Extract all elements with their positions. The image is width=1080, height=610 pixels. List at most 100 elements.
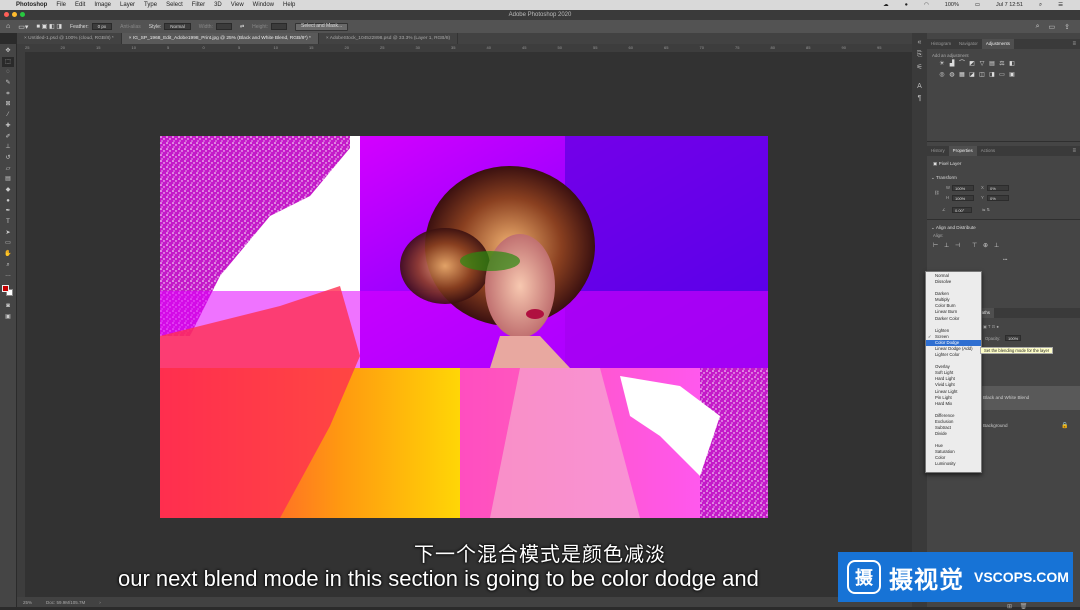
gradient-map-icon[interactable]: ▭ — [997, 70, 1007, 81]
blur-tool-icon[interactable]: ◆ — [6, 185, 11, 196]
quick-mask-icon[interactable]: ◙ — [6, 301, 10, 312]
quick-select-tool-icon[interactable]: ✎ — [5, 78, 10, 89]
layer-filter-icons[interactable]: ▣ T ⊡ ● — [983, 324, 999, 329]
h-input[interactable]: 100% — [952, 195, 974, 201]
marquee-tool-icon[interactable]: ⬚ — [2, 56, 14, 68]
curves-icon[interactable]: ⌒ — [957, 59, 967, 70]
pen-tool-icon[interactable]: ✒ — [5, 206, 10, 217]
history-panel-icon[interactable]: ⎘ — [917, 51, 923, 63]
align-right-icon[interactable]: ⊣ — [955, 242, 966, 249]
move-tool-icon[interactable]: ✥ — [5, 46, 10, 57]
blend-mode-dissolve[interactable]: Dissolve — [926, 279, 981, 285]
select-and-mask-button[interactable]: Select and Mask... — [294, 22, 349, 31]
dodge-tool-icon[interactable]: ● — [6, 196, 10, 207]
app-menu[interactable]: Photoshop — [16, 2, 47, 8]
menu-image[interactable]: Image — [94, 2, 111, 8]
status-arrow-icon[interactable]: › — [99, 600, 101, 605]
blend-mode-luminosity[interactable]: Luminosity — [926, 461, 981, 467]
menu-type[interactable]: Type — [144, 2, 157, 8]
close-window-icon[interactable] — [4, 12, 9, 17]
selection-mode-icons[interactable]: ■ ▣ ◧ ◨ — [36, 23, 62, 30]
color-balance-icon[interactable]: ⚖ — [997, 59, 1007, 70]
bw-icon[interactable]: ◧ — [1007, 59, 1017, 70]
shape-tool-icon[interactable]: ▭ — [5, 238, 11, 249]
tab-adobestock[interactable]: × AdobeStock_104522898.psd @ 33.3% (Laye… — [319, 33, 459, 44]
blend-mode-menu[interactable]: Normal Dissolve Darken Multiply Color Burn Li… — [925, 271, 982, 473]
tab-ig-sp-1968[interactable]: × IG_SP_1968_Edit_Adobe1998_Print.jpg @ … — [121, 33, 319, 44]
character-panel-icon[interactable]: A — [917, 83, 922, 95]
more-options[interactable]: ••• — [1003, 257, 1007, 262]
menu-3d[interactable]: 3D — [214, 2, 222, 8]
link-icon[interactable]: ⛓ — [934, 190, 939, 196]
menu-filter[interactable]: Filter — [192, 2, 205, 8]
brightness-icon[interactable]: ☀ — [937, 59, 947, 70]
more-tools-icon[interactable]: … — [5, 270, 11, 281]
brush-tool-icon[interactable]: ✐ — [5, 132, 10, 143]
align-top-icon[interactable]: ⊤ — [972, 242, 983, 249]
search-icon[interactable]: ⌕ — [1039, 2, 1042, 9]
marquee-preset-icon[interactable]: ▭▾ — [18, 23, 28, 31]
tab-histogram[interactable]: Histogram — [927, 39, 955, 49]
color-lookup-icon[interactable]: ▦ — [957, 70, 967, 81]
menu-file[interactable]: File — [56, 2, 66, 8]
menu-select[interactable]: Select — [166, 2, 183, 8]
vibrance-icon[interactable]: ▽ — [977, 59, 987, 70]
healing-brush-tool-icon[interactable]: ✚ — [5, 121, 10, 132]
hue-sat-icon[interactable]: ▤ — [987, 59, 997, 70]
align-bottom-icon[interactable]: ⊥ — [994, 242, 1005, 249]
record-icon[interactable]: ● — [905, 2, 908, 8]
tab-properties[interactable]: Properties — [948, 146, 977, 156]
width-input[interactable] — [215, 23, 232, 30]
frame-tool-icon[interactable]: ⊠ — [5, 99, 10, 110]
angle-input[interactable]: 0.00° — [952, 207, 972, 213]
battery-text[interactable]: 100% — [945, 2, 959, 8]
panel-menu-icon[interactable]: ≡ — [1072, 39, 1076, 49]
menu-window[interactable]: Window — [253, 2, 274, 8]
control-center-icon[interactable]: ☰ — [1058, 2, 1063, 8]
tab-history[interactable]: History — [927, 146, 949, 156]
invert-icon[interactable]: ◪ — [967, 70, 977, 81]
levels-icon[interactable]: ▟ — [947, 59, 957, 70]
path-select-tool-icon[interactable]: ➤ — [5, 228, 10, 239]
threshold-icon[interactable]: ◨ — [987, 70, 997, 81]
transform-heading[interactable]: ⌄ Transform — [931, 175, 957, 181]
home-icon[interactable]: ⌂ — [6, 23, 10, 30]
exposure-icon[interactable]: ◩ — [967, 59, 977, 70]
flip-icons[interactable]: ⇋ ⇅ — [982, 207, 990, 212]
hand-tool-icon[interactable]: ✋ — [4, 249, 11, 260]
height-input[interactable] — [270, 23, 287, 30]
screen-mode-icon[interactable]: ▣ — [5, 312, 11, 323]
collapse-arrows-icon[interactable]: « — [918, 39, 922, 51]
clock-text[interactable]: Jul 7 12:51 — [996, 2, 1023, 8]
search-tool-icon[interactable]: ⌕ — [1036, 23, 1040, 31]
properties-panel-icon[interactable]: ⚟ — [916, 63, 922, 75]
doc-size[interactable]: Doc: 59.9M/105.7M — [46, 600, 85, 605]
align-heading[interactable]: ⌄ Align and Distribute — [931, 225, 976, 231]
opacity-input[interactable]: 100% — [1005, 335, 1021, 341]
history-brush-tool-icon[interactable]: ↺ — [5, 153, 10, 164]
eraser-tool-icon[interactable]: ▱ — [6, 164, 11, 175]
photo-filter-icon[interactable]: ◎ — [937, 70, 947, 81]
menu-view[interactable]: View — [231, 2, 244, 8]
zoom-level[interactable]: 25% — [23, 600, 32, 605]
tab-untitled[interactable]: × Untitled-1.psd @ 100% (cloud, RGB/8) * — [17, 33, 122, 44]
align-left-icon[interactable]: ⊢ — [933, 242, 944, 249]
tab-adjustments[interactable]: Adjustments — [981, 39, 1014, 49]
y-input[interactable]: 0% — [987, 195, 1009, 201]
eyedropper-tool-icon[interactable]: ⁄ — [7, 110, 8, 121]
style-select[interactable]: Normal — [164, 23, 191, 30]
align-middle-icon[interactable]: ⊕ — [983, 242, 994, 249]
wifi-icon[interactable]: ◠ — [924, 2, 929, 8]
foreground-color-swatch[interactable] — [2, 285, 9, 293]
blend-mode-darker-color[interactable]: Darker Color — [926, 316, 981, 322]
gradient-tool-icon[interactable]: ▤ — [5, 174, 11, 185]
panel-menu-icon[interactable]: ≡ — [1072, 146, 1076, 156]
menu-help[interactable]: Help — [283, 2, 295, 8]
zoom-window-icon[interactable] — [20, 12, 25, 17]
swap-icon[interactable]: ⇄ — [240, 24, 244, 30]
zoom-tool-icon[interactable]: ⌕ — [6, 260, 9, 271]
color-swatches[interactable] — [2, 285, 14, 297]
tab-navigator[interactable]: Navigator — [955, 39, 982, 49]
w-input[interactable]: 100% — [952, 185, 974, 191]
tab-actions[interactable]: Actions — [977, 146, 999, 156]
